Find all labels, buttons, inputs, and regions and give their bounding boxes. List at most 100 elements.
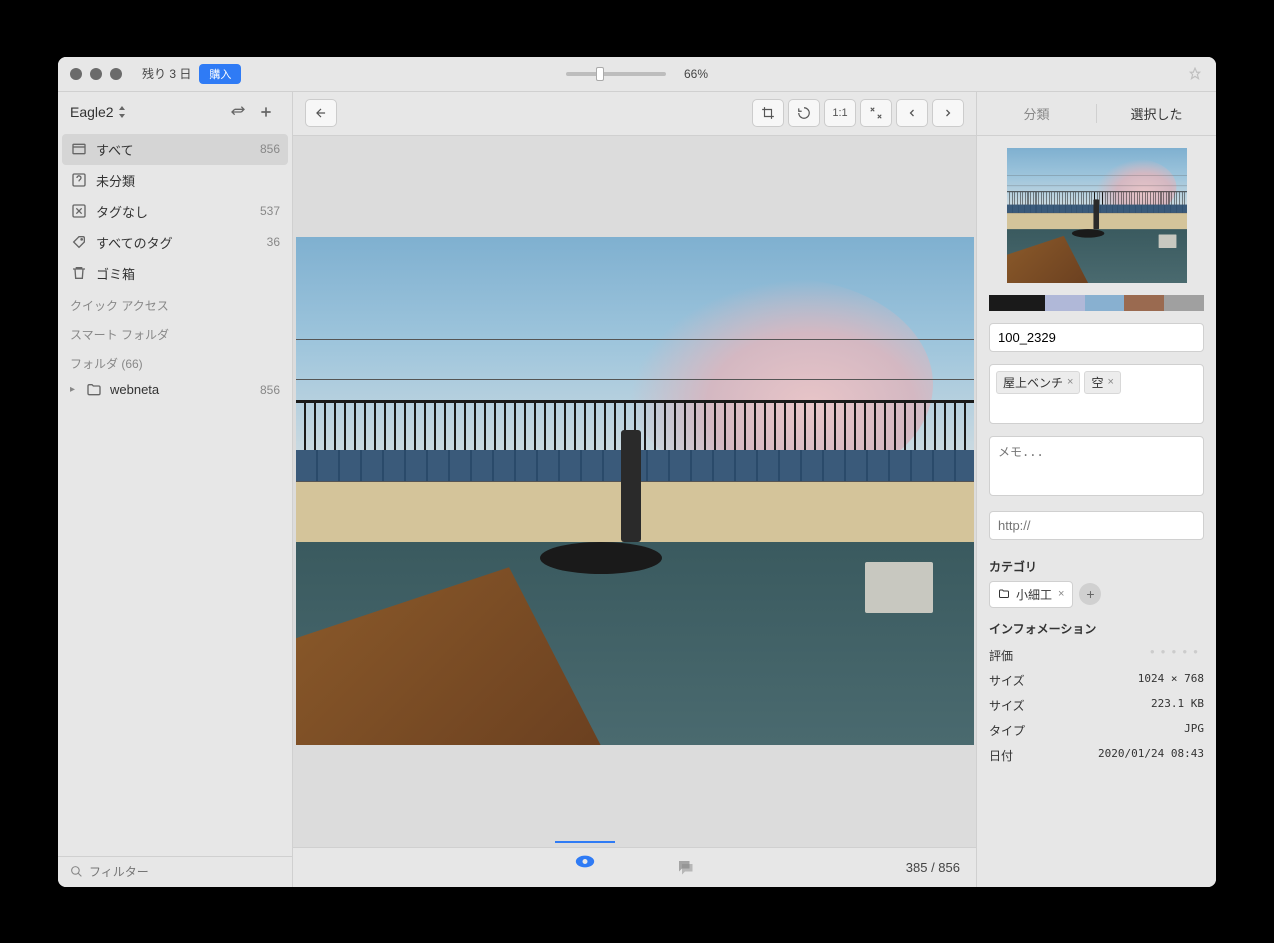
- prev-button[interactable]: [896, 99, 928, 127]
- transfer-icon[interactable]: [224, 102, 252, 122]
- sidebar-item-uncategorized[interactable]: 未分類: [58, 165, 292, 196]
- view-tab-eye[interactable]: [555, 841, 615, 871]
- image-counter: 385 / 856: [906, 860, 960, 875]
- viewer-toolbar: 1:1: [293, 92, 976, 136]
- zoom-slider[interactable]: [566, 72, 666, 76]
- inspector-body: 屋上ベンチ× 空× カテゴリ 小細工 × + インフォメーション 評価●●●●●…: [977, 136, 1216, 887]
- sidebar-item-alltags[interactable]: すべてのタグ 36: [58, 227, 292, 258]
- category-chip[interactable]: 小細工 ×: [989, 581, 1073, 608]
- titlebar: 残り 3 日 購入 66%: [58, 57, 1216, 91]
- tag-remove-icon[interactable]: ×: [1107, 376, 1113, 388]
- sidebar: Eagle2 すべて 856: [58, 92, 293, 887]
- minimize-icon[interactable]: [90, 68, 102, 80]
- sidebar-item-label: 未分類: [96, 171, 135, 190]
- sidebar-list: すべて 856 未分類 タグなし 537 すべてのタグ 36: [58, 132, 292, 856]
- add-category-button[interactable]: +: [1079, 583, 1101, 605]
- all-icon: [70, 140, 88, 158]
- inspector: 分類 選択した 屋上ベンチ× 空× カテゴリ: [976, 92, 1216, 887]
- category-remove-icon[interactable]: ×: [1058, 588, 1064, 600]
- info-dimensions: サイズ1024 × 768: [989, 668, 1204, 693]
- item-count: 856: [260, 142, 280, 156]
- untag-icon: [70, 202, 88, 220]
- sidebar-item-label: ゴミ箱: [96, 264, 135, 283]
- actual-size-button[interactable]: 1:1: [824, 99, 856, 127]
- url-input[interactable]: [989, 511, 1204, 540]
- item-count: 537: [260, 204, 280, 218]
- sidebar-item-label: すべてのタグ: [96, 233, 173, 252]
- center-panel: 1:1: [293, 92, 976, 887]
- sidebar-item-label: すべて: [96, 140, 134, 159]
- swatch[interactable]: [1085, 295, 1125, 311]
- tab-classify[interactable]: 分類: [977, 92, 1096, 135]
- pin-icon[interactable]: [1188, 67, 1202, 81]
- tag-box[interactable]: 屋上ベンチ× 空×: [989, 364, 1204, 424]
- trash-icon: [70, 264, 88, 282]
- zoom-control: 66%: [566, 67, 708, 81]
- crop-button[interactable]: [752, 99, 784, 127]
- tool-group: 1:1: [752, 99, 964, 127]
- app-body: Eagle2 すべて 856: [58, 91, 1216, 887]
- sidebar-item-all[interactable]: すべて 856: [62, 134, 288, 165]
- rotate-button[interactable]: [788, 99, 820, 127]
- chevron-updown-icon: [118, 106, 126, 118]
- bottom-bar: 385 / 856: [293, 847, 976, 887]
- trial-text: 残り 3 日: [142, 65, 191, 82]
- info-filesize: サイズ223.1 KB: [989, 693, 1204, 718]
- category-label: カテゴリ: [989, 558, 1204, 575]
- back-button[interactable]: [305, 99, 337, 127]
- library-name: Eagle2: [70, 104, 114, 120]
- section-folder: フォルダ (66): [58, 347, 292, 376]
- item-count: 36: [267, 235, 280, 249]
- memo-input[interactable]: [989, 436, 1204, 496]
- add-button[interactable]: [252, 102, 280, 122]
- folder-name: webneta: [110, 382, 159, 397]
- tag-icon: [70, 233, 88, 251]
- info-date: 日付2020/01/24 08:43: [989, 743, 1204, 768]
- folder-item[interactable]: ▸ webneta 856: [58, 376, 292, 404]
- info-label: インフォメーション: [989, 620, 1204, 637]
- folder-count: 856: [260, 383, 280, 397]
- tag-remove-icon[interactable]: ×: [1067, 376, 1073, 388]
- swatch[interactable]: [1124, 295, 1164, 311]
- swatch[interactable]: [1164, 295, 1204, 311]
- sidebar-item-label: タグなし: [96, 202, 148, 221]
- image-viewer[interactable]: [293, 136, 976, 847]
- triangle-right-icon[interactable]: ▸: [70, 384, 80, 395]
- filename-input[interactable]: [989, 323, 1204, 352]
- folder-icon: [998, 588, 1010, 600]
- folder-icon: [86, 382, 104, 398]
- rating-dots[interactable]: ●●●●●: [1150, 647, 1204, 664]
- sidebar-item-untagged[interactable]: タグなし 537: [58, 196, 292, 227]
- library-selector[interactable]: Eagle2: [58, 92, 292, 132]
- zoom-percent: 66%: [684, 67, 708, 81]
- tag-chip[interactable]: 空×: [1084, 371, 1120, 394]
- category-row: 小細工 × +: [989, 581, 1204, 608]
- filter-input[interactable]: [89, 865, 280, 879]
- view-tab-comment[interactable]: [655, 852, 715, 882]
- maximize-icon[interactable]: [110, 68, 122, 80]
- fit-button[interactable]: [860, 99, 892, 127]
- swatch[interactable]: [1045, 295, 1085, 311]
- next-button[interactable]: [932, 99, 964, 127]
- slider-thumb[interactable]: [596, 67, 604, 81]
- info-rating: 評価●●●●●: [989, 643, 1204, 668]
- color-swatches: [989, 295, 1204, 311]
- info-type: タイプJPG: [989, 718, 1204, 743]
- sidebar-item-trash[interactable]: ゴミ箱: [58, 258, 292, 289]
- traffic-lights: [70, 68, 122, 80]
- photo: [296, 237, 974, 745]
- section-smart-folder: スマート フォルダ: [58, 318, 292, 347]
- search-icon: [70, 865, 83, 878]
- app-window: 残り 3 日 購入 66% Eagle2: [58, 57, 1216, 887]
- question-icon: [70, 171, 88, 189]
- close-icon[interactable]: [70, 68, 82, 80]
- tab-selected[interactable]: 選択した: [1097, 92, 1216, 135]
- section-quick-access: クイック アクセス: [58, 289, 292, 318]
- buy-button[interactable]: 購入: [199, 64, 241, 84]
- inspector-tabs: 分類 選択した: [977, 92, 1216, 136]
- sidebar-footer: [58, 856, 292, 887]
- view-mode-tabs: [555, 852, 715, 882]
- tag-chip[interactable]: 屋上ベンチ×: [996, 371, 1080, 394]
- thumbnail[interactable]: [1007, 148, 1187, 283]
- swatch[interactable]: [989, 295, 1045, 311]
